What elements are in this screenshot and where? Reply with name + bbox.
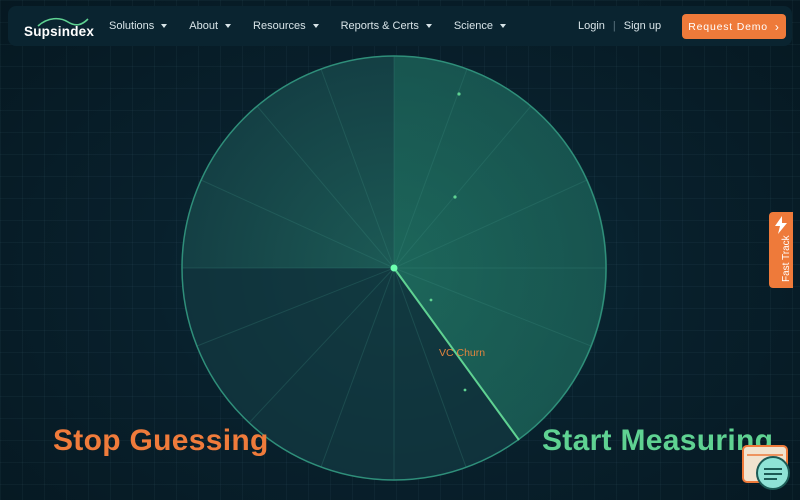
caret-down-icon <box>312 24 319 28</box>
nav-item-science[interactable]: Science <box>454 20 506 32</box>
signup-link[interactable]: Sign up <box>624 20 661 32</box>
radar-label: VC Churn <box>439 347 486 359</box>
caret-down-icon <box>499 24 506 28</box>
hero-headline-right: Start Measuring <box>542 424 774 457</box>
hero-headline-left: Stop Guessing <box>53 424 269 457</box>
request-demo-label: Request Demo <box>688 20 768 33</box>
lightning-bolt-icon <box>775 216 787 234</box>
auth-links: Login | Sign up <box>578 6 661 46</box>
nav-item-label: Solutions <box>109 20 155 32</box>
radar-blip <box>457 92 461 96</box>
nav-menu: Solutions About Resources Reports & Cert… <box>109 6 528 46</box>
nav-item-resources[interactable]: Resources <box>253 20 319 32</box>
nav-item-solutions[interactable]: Solutions <box>109 20 168 32</box>
brand-name: Supsindex <box>24 24 95 39</box>
brand-logo[interactable]: Supsindex <box>18 13 94 41</box>
radar-blip <box>453 195 457 199</box>
fast-track-tab[interactable]: Fast Track <box>769 212 793 288</box>
nav-item-label: Science <box>453 20 493 32</box>
nav-item-label: Reports & Certs <box>340 20 419 32</box>
caret-down-icon <box>161 24 168 28</box>
chevron-right-icon: › <box>774 19 780 34</box>
caret-down-icon <box>225 24 232 28</box>
nav-item-label: About <box>189 20 219 32</box>
caret-down-icon <box>425 24 432 28</box>
radar-blip <box>429 298 433 302</box>
request-demo-button[interactable]: Request Demo › <box>682 14 786 39</box>
nav-item-label: Resources <box>253 20 306 32</box>
nav-item-reports-certs[interactable]: Reports & Certs <box>341 20 432 32</box>
fast-track-label: Fast Track <box>781 235 792 282</box>
radar-blip <box>463 388 467 392</box>
login-link[interactable]: Login <box>578 20 605 32</box>
chat-widget-icon[interactable] <box>741 443 793 493</box>
auth-divider: | <box>612 20 616 32</box>
nav-item-about[interactable]: About <box>189 20 232 32</box>
top-navbar: Supsindex Solutions About Resources Repo… <box>8 6 792 46</box>
radar-center-dot <box>390 264 398 272</box>
